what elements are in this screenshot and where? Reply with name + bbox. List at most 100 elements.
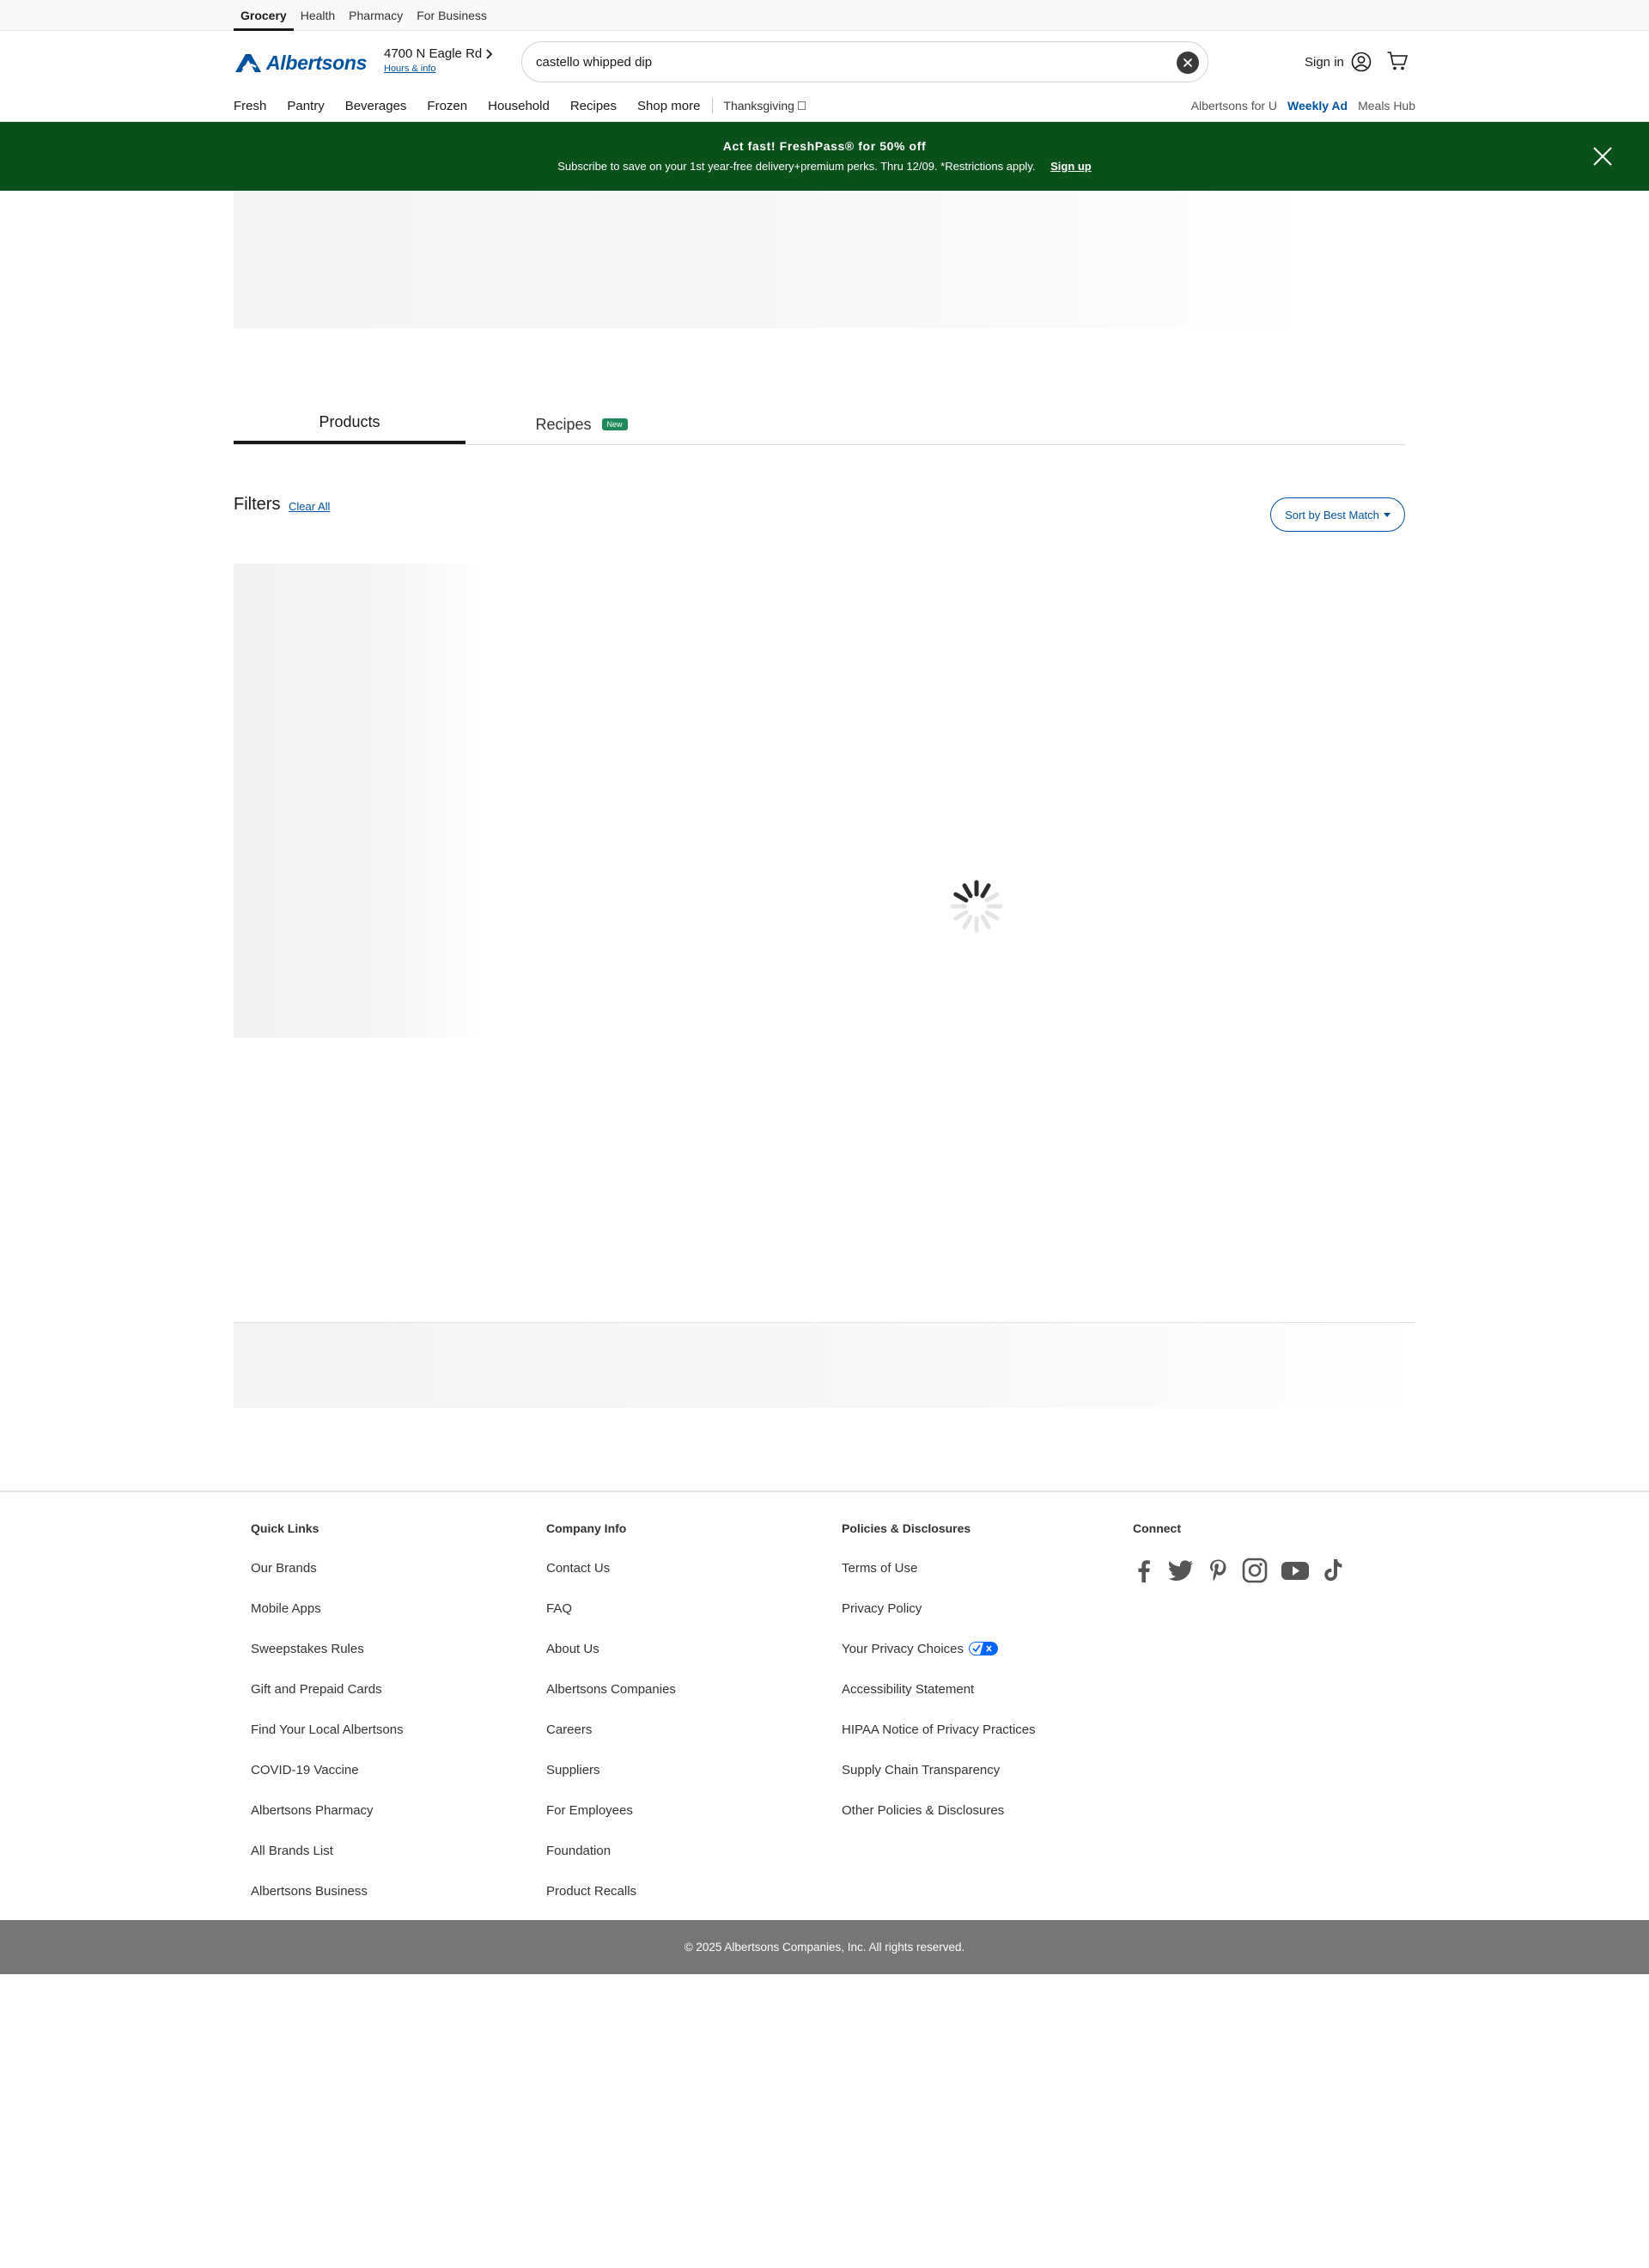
footer-link[interactable]: Supply Chain Transparency: [842, 1763, 1036, 1803]
search-input[interactable]: [536, 42, 1154, 82]
footer-link[interactable]: Mobile Apps: [251, 1601, 404, 1642]
close-icon: [1593, 147, 1612, 166]
nav-shop-more[interactable]: Shop more: [637, 99, 700, 113]
albertsons-a-icon: [235, 54, 261, 72]
copyright-bar: © 2025 Albertsons Companies, Inc. All ri…: [0, 1920, 1649, 1974]
footer-link[interactable]: Terms of Use: [842, 1561, 1036, 1601]
store-name[interactable]: 4700 N Eagle Rd: [384, 46, 494, 61]
footer-quick-links: Quick Links Our Brands Mobile Apps Sweep…: [251, 1521, 404, 1924]
footer-link[interactable]: Our Brands: [251, 1561, 404, 1601]
footer-link[interactable]: Other Policies & Disclosures: [842, 1803, 1036, 1844]
pinterest-icon[interactable]: [1207, 1558, 1229, 1583]
banner-subtitle: Subscribe to save on your 1st year-free …: [557, 160, 1092, 173]
tiktok-icon[interactable]: [1322, 1558, 1344, 1583]
content-skeleton: [234, 1322, 1415, 1408]
banner-close-button[interactable]: [1592, 146, 1613, 167]
chevron-right-icon: [486, 48, 493, 59]
filters-heading: Filters: [234, 495, 281, 514]
footer-connect: Connect: [1133, 1521, 1344, 1583]
clear-search-button[interactable]: [1177, 52, 1199, 74]
utility-link-health[interactable]: Health: [294, 0, 342, 31]
banner-sign-up-link[interactable]: Sign up: [1050, 160, 1092, 173]
spinner-spoke: [953, 910, 969, 921]
clear-all-filters-link[interactable]: Clear All: [289, 500, 330, 513]
nav-fresh[interactable]: Fresh: [234, 99, 266, 113]
cart-icon: [1387, 52, 1409, 70]
youtube-icon[interactable]: [1281, 1558, 1310, 1583]
caret-down-icon: [1383, 512, 1390, 517]
footer-link[interactable]: HIPAA Notice of Privacy Practices: [842, 1722, 1036, 1763]
footer-policies: Policies & Disclosures Terms of Use Priv…: [842, 1521, 1036, 1844]
external-link-icon: [797, 101, 806, 110]
nav-divider: [712, 98, 714, 113]
instagram-icon[interactable]: [1241, 1558, 1269, 1583]
site-footer: Quick Links Our Brands Mobile Apps Sweep…: [0, 1491, 1649, 1920]
hero-skeleton: [234, 191, 1305, 328]
nav-recipes[interactable]: Recipes: [570, 99, 617, 113]
spinner-spoke: [984, 910, 1000, 921]
footer-link[interactable]: Sweepstakes Rules: [251, 1642, 404, 1682]
result-tabs: Products Recipes New: [234, 404, 1405, 445]
sign-in-button[interactable]: Sign in: [1305, 52, 1372, 72]
footer-link-privacy-choices[interactable]: Your Privacy Choices: [842, 1642, 1036, 1682]
utility-link-for-business[interactable]: For Business: [410, 0, 494, 31]
spinner-spoke: [980, 914, 991, 930]
nav-beverages[interactable]: Beverages: [345, 99, 407, 113]
privacy-choices-icon: [969, 1642, 999, 1655]
nav-weekly-ad[interactable]: Weekly Ad: [1287, 99, 1348, 113]
site-header: Albertsons 4700 N Eagle Rd Hours & info …: [0, 31, 1649, 122]
utility-bar: Grocery Health Pharmacy For Business: [0, 0, 1649, 31]
footer-link[interactable]: For Employees: [546, 1803, 676, 1844]
footer-link[interactable]: About Us: [546, 1642, 676, 1682]
footer-link[interactable]: Contact Us: [546, 1561, 676, 1601]
close-icon: [1183, 58, 1193, 68]
filter-sidebar-skeleton: [234, 564, 483, 1038]
hours-info-link[interactable]: Hours & info: [384, 64, 494, 74]
twitter-icon[interactable]: [1167, 1558, 1195, 1583]
footer-heading-policies: Policies & Disclosures: [842, 1521, 971, 1535]
logo-wordmark: Albertsons: [266, 51, 368, 74]
footer-link[interactable]: Albertsons Companies: [546, 1682, 676, 1722]
footer-link[interactable]: Albertsons Business: [251, 1884, 404, 1924]
footer-link[interactable]: Accessibility Statement: [842, 1682, 1036, 1722]
footer-link[interactable]: Privacy Policy: [842, 1601, 1036, 1642]
tab-products[interactable]: Products: [234, 404, 465, 444]
footer-link[interactable]: Careers: [546, 1722, 676, 1763]
sort-dropdown[interactable]: Sort by Best Match: [1270, 497, 1405, 532]
cart-button[interactable]: [1386, 50, 1409, 76]
nav-thanksgiving[interactable]: Thanksgiving: [723, 99, 806, 113]
footer-heading-connect: Connect: [1133, 1521, 1181, 1535]
footer-link[interactable]: COVID-19 Vaccine: [251, 1763, 404, 1803]
facebook-icon[interactable]: [1133, 1558, 1155, 1583]
promo-banner: Act fast! FreshPass® for 50% off Subscri…: [0, 122, 1649, 191]
footer-company-info: Company Info Contact Us FAQ About Us Alb…: [546, 1521, 676, 1924]
footer-link[interactable]: Find Your Local Albertsons: [251, 1722, 404, 1763]
copyright-text: © 2025 Albertsons Companies, Inc. All ri…: [684, 1941, 965, 1954]
footer-link[interactable]: Foundation: [546, 1844, 676, 1884]
utility-link-grocery[interactable]: Grocery: [234, 0, 294, 31]
nav-pantry[interactable]: Pantry: [287, 99, 324, 113]
category-nav: Fresh Pantry Beverages Frozen Household …: [234, 93, 806, 119]
footer-link[interactable]: Suppliers: [546, 1763, 676, 1803]
footer-link[interactable]: Gift and Prepaid Cards: [251, 1682, 404, 1722]
nav-albertsons-for-u[interactable]: Albertsons for U: [1191, 99, 1277, 113]
utility-link-pharmacy[interactable]: Pharmacy: [342, 0, 410, 31]
spinner-spoke: [962, 914, 973, 930]
new-badge: New: [601, 418, 628, 430]
footer-link[interactable]: FAQ: [546, 1601, 676, 1642]
footer-link[interactable]: Product Recalls: [546, 1884, 676, 1924]
footer-heading-company-info: Company Info: [546, 1521, 627, 1535]
albertsons-logo[interactable]: Albertsons: [234, 50, 367, 76]
store-selector[interactable]: 4700 N Eagle Rd Hours & info: [384, 46, 494, 74]
nav-meals-hub[interactable]: Meals Hub: [1358, 99, 1415, 113]
social-links: [1133, 1558, 1344, 1583]
search-bar: [521, 41, 1208, 82]
footer-link[interactable]: All Brands List: [251, 1844, 404, 1884]
nav-frozen[interactable]: Frozen: [427, 99, 467, 113]
nav-right-links: Albertsons for U Weekly Ad Meals Hub: [1191, 93, 1415, 119]
banner-title: Act fast! FreshPass® for 50% off: [722, 139, 927, 153]
tab-recipes[interactable]: Recipes New: [465, 404, 697, 445]
footer-link[interactable]: Albertsons Pharmacy: [251, 1803, 404, 1844]
nav-household[interactable]: Household: [488, 99, 550, 113]
spinner-spoke: [980, 883, 991, 899]
